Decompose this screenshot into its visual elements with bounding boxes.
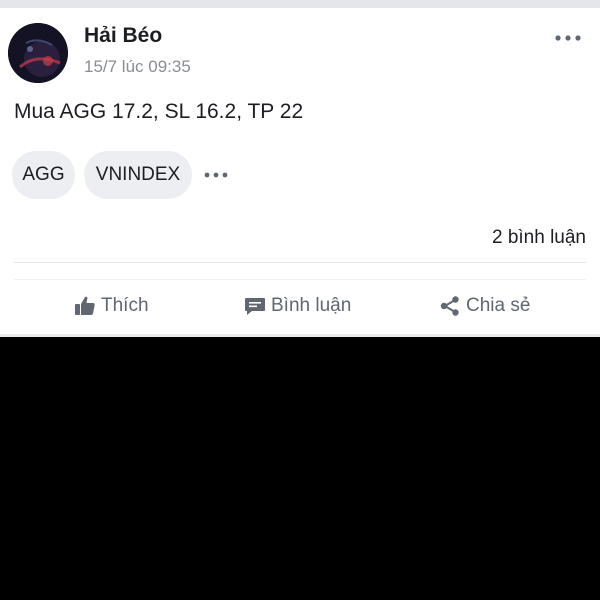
bottom-separator [0,334,600,337]
tag-chip-agg[interactable]: AGG [12,151,75,199]
avatar[interactable] [8,23,68,83]
share-label: Chia sẻ [466,295,531,316]
share-button[interactable]: Chia sẻ [439,290,530,322]
post-card: Hải Béo 15/7 lúc 09:35 Mua AGG 17.2, SL … [0,8,600,334]
share-icon [439,295,461,317]
divider [14,279,586,280]
divider [14,262,586,263]
comments-count[interactable]: 2 bình luận [492,227,586,249]
post-timestamp[interactable]: 15/7 lúc 09:35 [84,57,191,77]
post-content: Mua AGG 17.2, SL 16.2, TP 22 [14,100,304,123]
comment-button[interactable]: Bình luận [244,290,351,322]
like-label: Thích [101,295,149,316]
avatar-image [8,23,68,83]
author-name[interactable]: Hải Béo [84,24,162,48]
more-tags-icon[interactable] [202,165,230,185]
more-options-icon[interactable] [552,28,584,48]
thumbs-up-icon [74,295,96,317]
top-separator [0,0,600,8]
comment-bubble-icon [244,295,266,317]
like-button[interactable]: Thích [74,290,149,322]
tag-chip-vnindex[interactable]: VNINDEX [84,151,192,199]
comment-label: Bình luận [271,295,352,316]
